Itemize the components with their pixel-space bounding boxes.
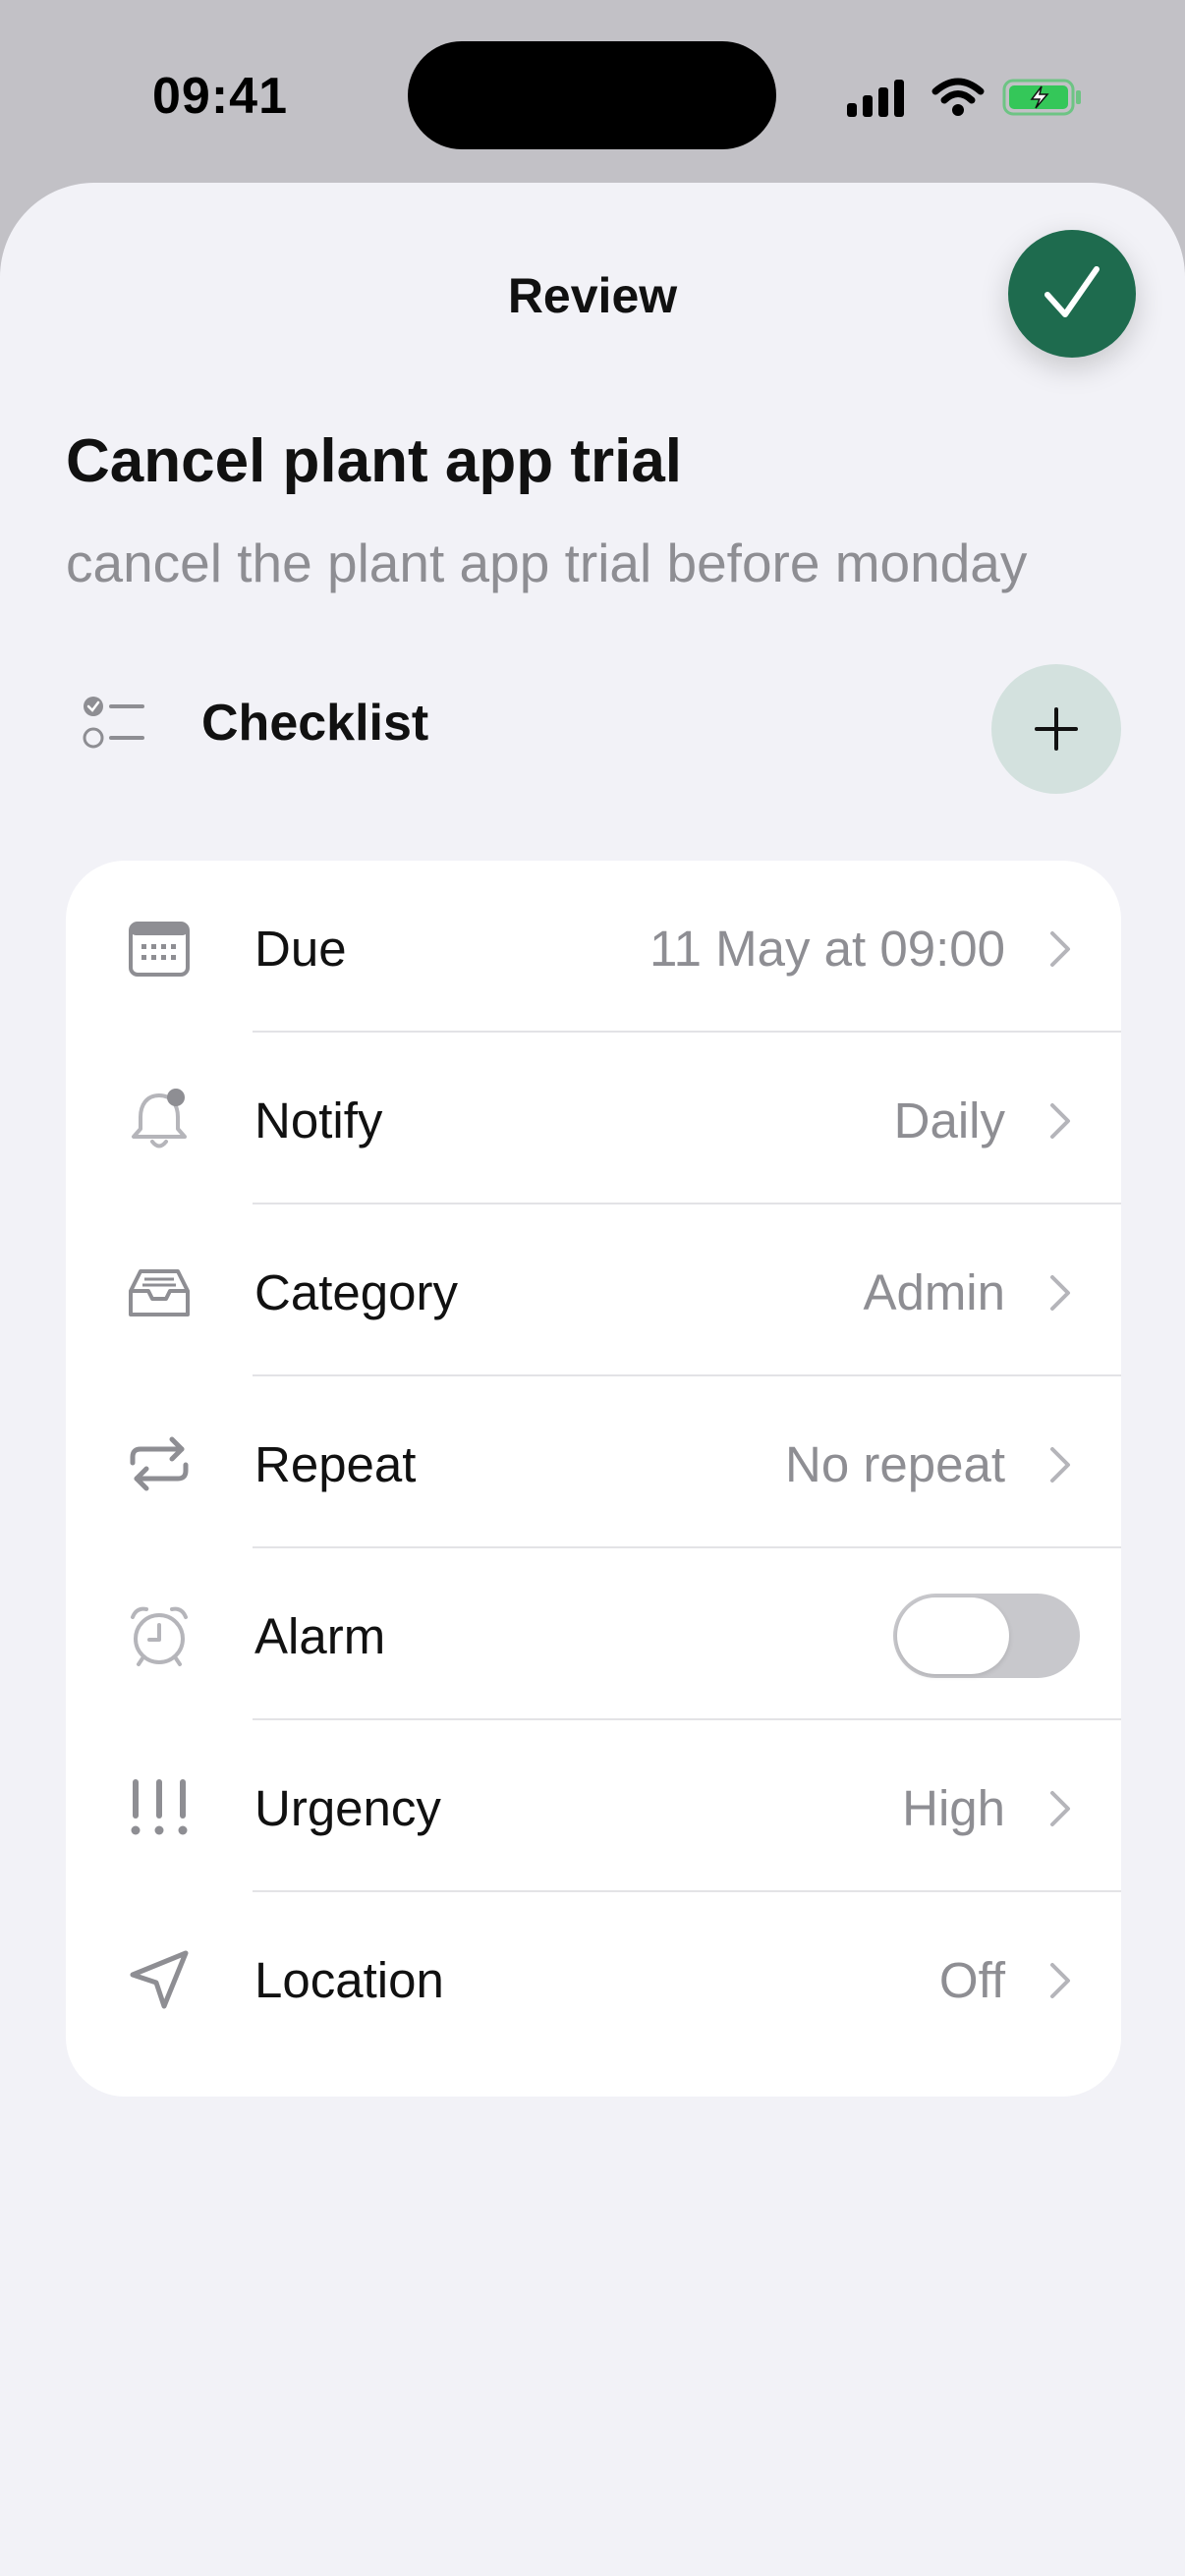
setting-row-repeat[interactable]: Repeat No repeat [66,1376,1121,1548]
setting-row-notify[interactable]: Notify Daily [66,1033,1121,1204]
setting-row-category[interactable]: Category Admin [66,1204,1121,1376]
setting-row-urgency[interactable]: Urgency High [66,1720,1121,1892]
task-title[interactable]: Cancel plant app trial [66,426,682,496]
checklist-icon [83,697,144,749]
task-description[interactable]: cancel the plant app trial before monday [66,532,1027,594]
status-icons [847,73,1083,122]
add-checklist-item-button[interactable] [991,664,1121,794]
exclamation-icon [131,1779,188,1835]
setting-label: Category [254,1264,458,1320]
alarm-clock-icon [131,1606,188,1666]
review-sheet: Review Cancel plant app trial cancel the… [0,183,1185,2576]
checkmark-icon [1044,266,1100,317]
chevron-right-icon [1050,931,1070,967]
setting-row-alarm: Alarm [66,1548,1121,1720]
status-bar: 09:41 [0,0,1185,187]
settings-card: Due 11 May at 09:00 Notify Daily Categor… [66,861,1121,2097]
chevron-right-icon [1050,1791,1070,1826]
checklist-label: Checklist [201,695,429,752]
setting-value: Daily [893,1092,1005,1148]
plus-icon [1035,707,1078,751]
setting-value: Admin [863,1264,1005,1320]
setting-label: Due [254,921,347,977]
chevron-right-icon [1050,1447,1070,1483]
setting-row-location[interactable]: Location Off [66,1892,1121,2064]
toggle-knob [897,1597,1009,1674]
wifi-icon [931,78,985,116]
status-time: 09:41 [152,68,288,125]
setting-value: No repeat [785,1436,1005,1492]
chevron-right-icon [1050,1103,1070,1139]
setting-label: Repeat [254,1436,417,1492]
calendar-icon [129,922,190,977]
setting-row-due[interactable]: Due 11 May at 09:00 [66,861,1121,1033]
setting-value: Off [938,1952,1005,2008]
cellular-signal-icon [847,78,904,117]
setting-label: Notify [254,1092,383,1148]
dynamic-island [408,41,776,149]
checklist-row: Checklist [66,664,1121,794]
setting-value: High [902,1780,1005,1836]
setting-label: Urgency [254,1780,441,1836]
setting-value: 11 May at 09:00 [649,921,1005,977]
setting-label: Location [254,1952,444,2008]
location-arrow-icon [130,1950,189,2009]
bell-icon [132,1089,187,1148]
alarm-toggle[interactable] [893,1594,1080,1678]
done-button[interactable] [1008,230,1136,358]
setting-label: Alarm [254,1608,386,1664]
repeat-icon [130,1436,189,1491]
chevron-right-icon [1050,1963,1070,1998]
tray-icon [129,1269,190,1316]
battery-charging-icon [1002,79,1081,116]
chevron-right-icon [1050,1275,1070,1311]
